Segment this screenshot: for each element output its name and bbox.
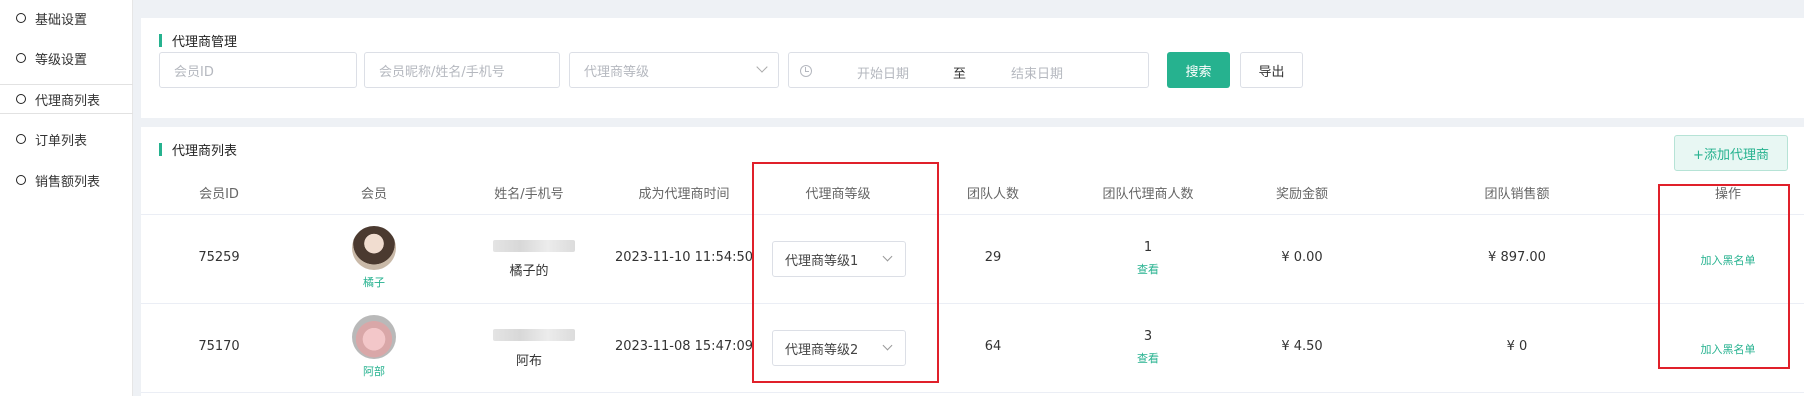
sidebar-item-order-list[interactable]: 订单列表	[0, 124, 133, 154]
highlight-box-agent-level	[752, 162, 939, 383]
sidebar-item-level-settings[interactable]: 等级设置	[0, 43, 133, 73]
member-nickname: 橘子	[363, 276, 385, 289]
team-sales-cell: ¥ 0	[1506, 339, 1528, 354]
circle-icon	[16, 175, 26, 185]
list-section-title: 代理商列表	[159, 140, 237, 159]
range-separator: 至	[953, 67, 967, 82]
member-id-cell: 75259	[198, 250, 240, 265]
sidebar-item-basic-settings[interactable]: 基础设置	[0, 3, 133, 33]
search-button[interactable]: 搜索	[1167, 52, 1230, 88]
name-phone-input[interactable]: 会员昵称/姓名/手机号	[364, 52, 560, 88]
circle-icon	[16, 53, 26, 63]
member-nickname: 阿部	[363, 365, 385, 378]
sidebar-item-agent-list[interactable]: 代理商列表	[0, 84, 133, 114]
member-id-cell: 75170	[198, 339, 240, 354]
reward-cell: ¥ 0.00	[1281, 250, 1323, 265]
sidebar-item-label: 订单列表	[35, 133, 88, 149]
name-phone-placeholder: 会员昵称/姓名/手机号	[379, 64, 505, 80]
circle-icon	[16, 94, 26, 104]
export-button[interactable]: 导出	[1240, 52, 1303, 88]
team-size-cell: 29	[984, 250, 1002, 265]
divider	[141, 303, 1804, 304]
column-header-member: 会员	[360, 187, 388, 202]
start-date-input[interactable]: 开始日期	[857, 63, 909, 82]
sidebar-item-label: 代理商列表	[35, 93, 101, 109]
member-id-placeholder: 会员ID	[174, 64, 214, 80]
search-title-text: 代理商管理	[172, 35, 238, 50]
phone-redacted	[493, 240, 575, 252]
sidebar-item-label: 等级设置	[35, 52, 88, 68]
team-agents-cell: 3	[1143, 329, 1153, 344]
divider	[141, 392, 1804, 393]
sidebar-item-sales-list[interactable]: 销售额列表	[0, 165, 133, 195]
team-size-cell: 64	[984, 339, 1002, 354]
column-header-team-sales: 团队销售额	[1484, 187, 1550, 202]
column-header-reward: 奖励金额	[1275, 187, 1329, 202]
view-link[interactable]: 查看	[1137, 261, 1159, 277]
view-link[interactable]: 查看	[1137, 350, 1159, 366]
divider	[141, 214, 1804, 215]
member-name: 阿布	[515, 354, 543, 369]
chevron-down-icon	[756, 61, 768, 73]
search-section-title: 代理商管理	[159, 31, 237, 50]
sidebar-item-label: 销售额列表	[35, 174, 101, 190]
title-accent-bar	[159, 143, 162, 156]
member-name: 橘子的	[509, 264, 549, 279]
date-range-picker[interactable]: 开始日期 至 结束日期	[788, 52, 1149, 88]
join-time-cell: 2023-11-08 15:47:09	[614, 339, 754, 354]
agent-level-select[interactable]: 代理商等级	[569, 52, 779, 88]
column-header-team-size: 团队人数	[966, 187, 1020, 202]
column-header-team-agents: 团队代理商人数	[1102, 187, 1194, 202]
team-sales-cell: ¥ 897.00	[1488, 250, 1546, 265]
highlight-box-actions	[1658, 184, 1790, 369]
team-agents-cell: 1	[1143, 240, 1153, 255]
circle-icon	[16, 134, 26, 144]
reward-cell: ¥ 4.50	[1281, 339, 1323, 354]
phone-redacted	[493, 329, 575, 341]
avatar	[352, 226, 396, 270]
add-agent-button[interactable]: +添加代理商	[1674, 135, 1788, 171]
column-header-name-phone: 姓名/手机号	[494, 187, 564, 202]
column-header-member-id: 会员ID	[199, 187, 239, 202]
agent-level-placeholder: 代理商等级	[584, 64, 650, 80]
title-accent-bar	[159, 34, 162, 47]
sidebar: 基础设置 等级设置 代理商列表 订单列表 销售额列表	[0, 0, 133, 396]
member-id-input[interactable]: 会员ID	[159, 52, 357, 88]
list-title-text: 代理商列表	[172, 144, 238, 159]
column-header-join-time: 成为代理商时间	[638, 187, 730, 202]
avatar	[352, 315, 396, 359]
circle-icon	[16, 13, 26, 23]
join-time-cell: 2023-11-10 11:54:50	[614, 250, 754, 265]
sidebar-item-label: 基础设置	[35, 12, 88, 28]
end-date-input[interactable]: 结束日期	[1011, 63, 1063, 82]
clock-icon	[800, 65, 812, 77]
